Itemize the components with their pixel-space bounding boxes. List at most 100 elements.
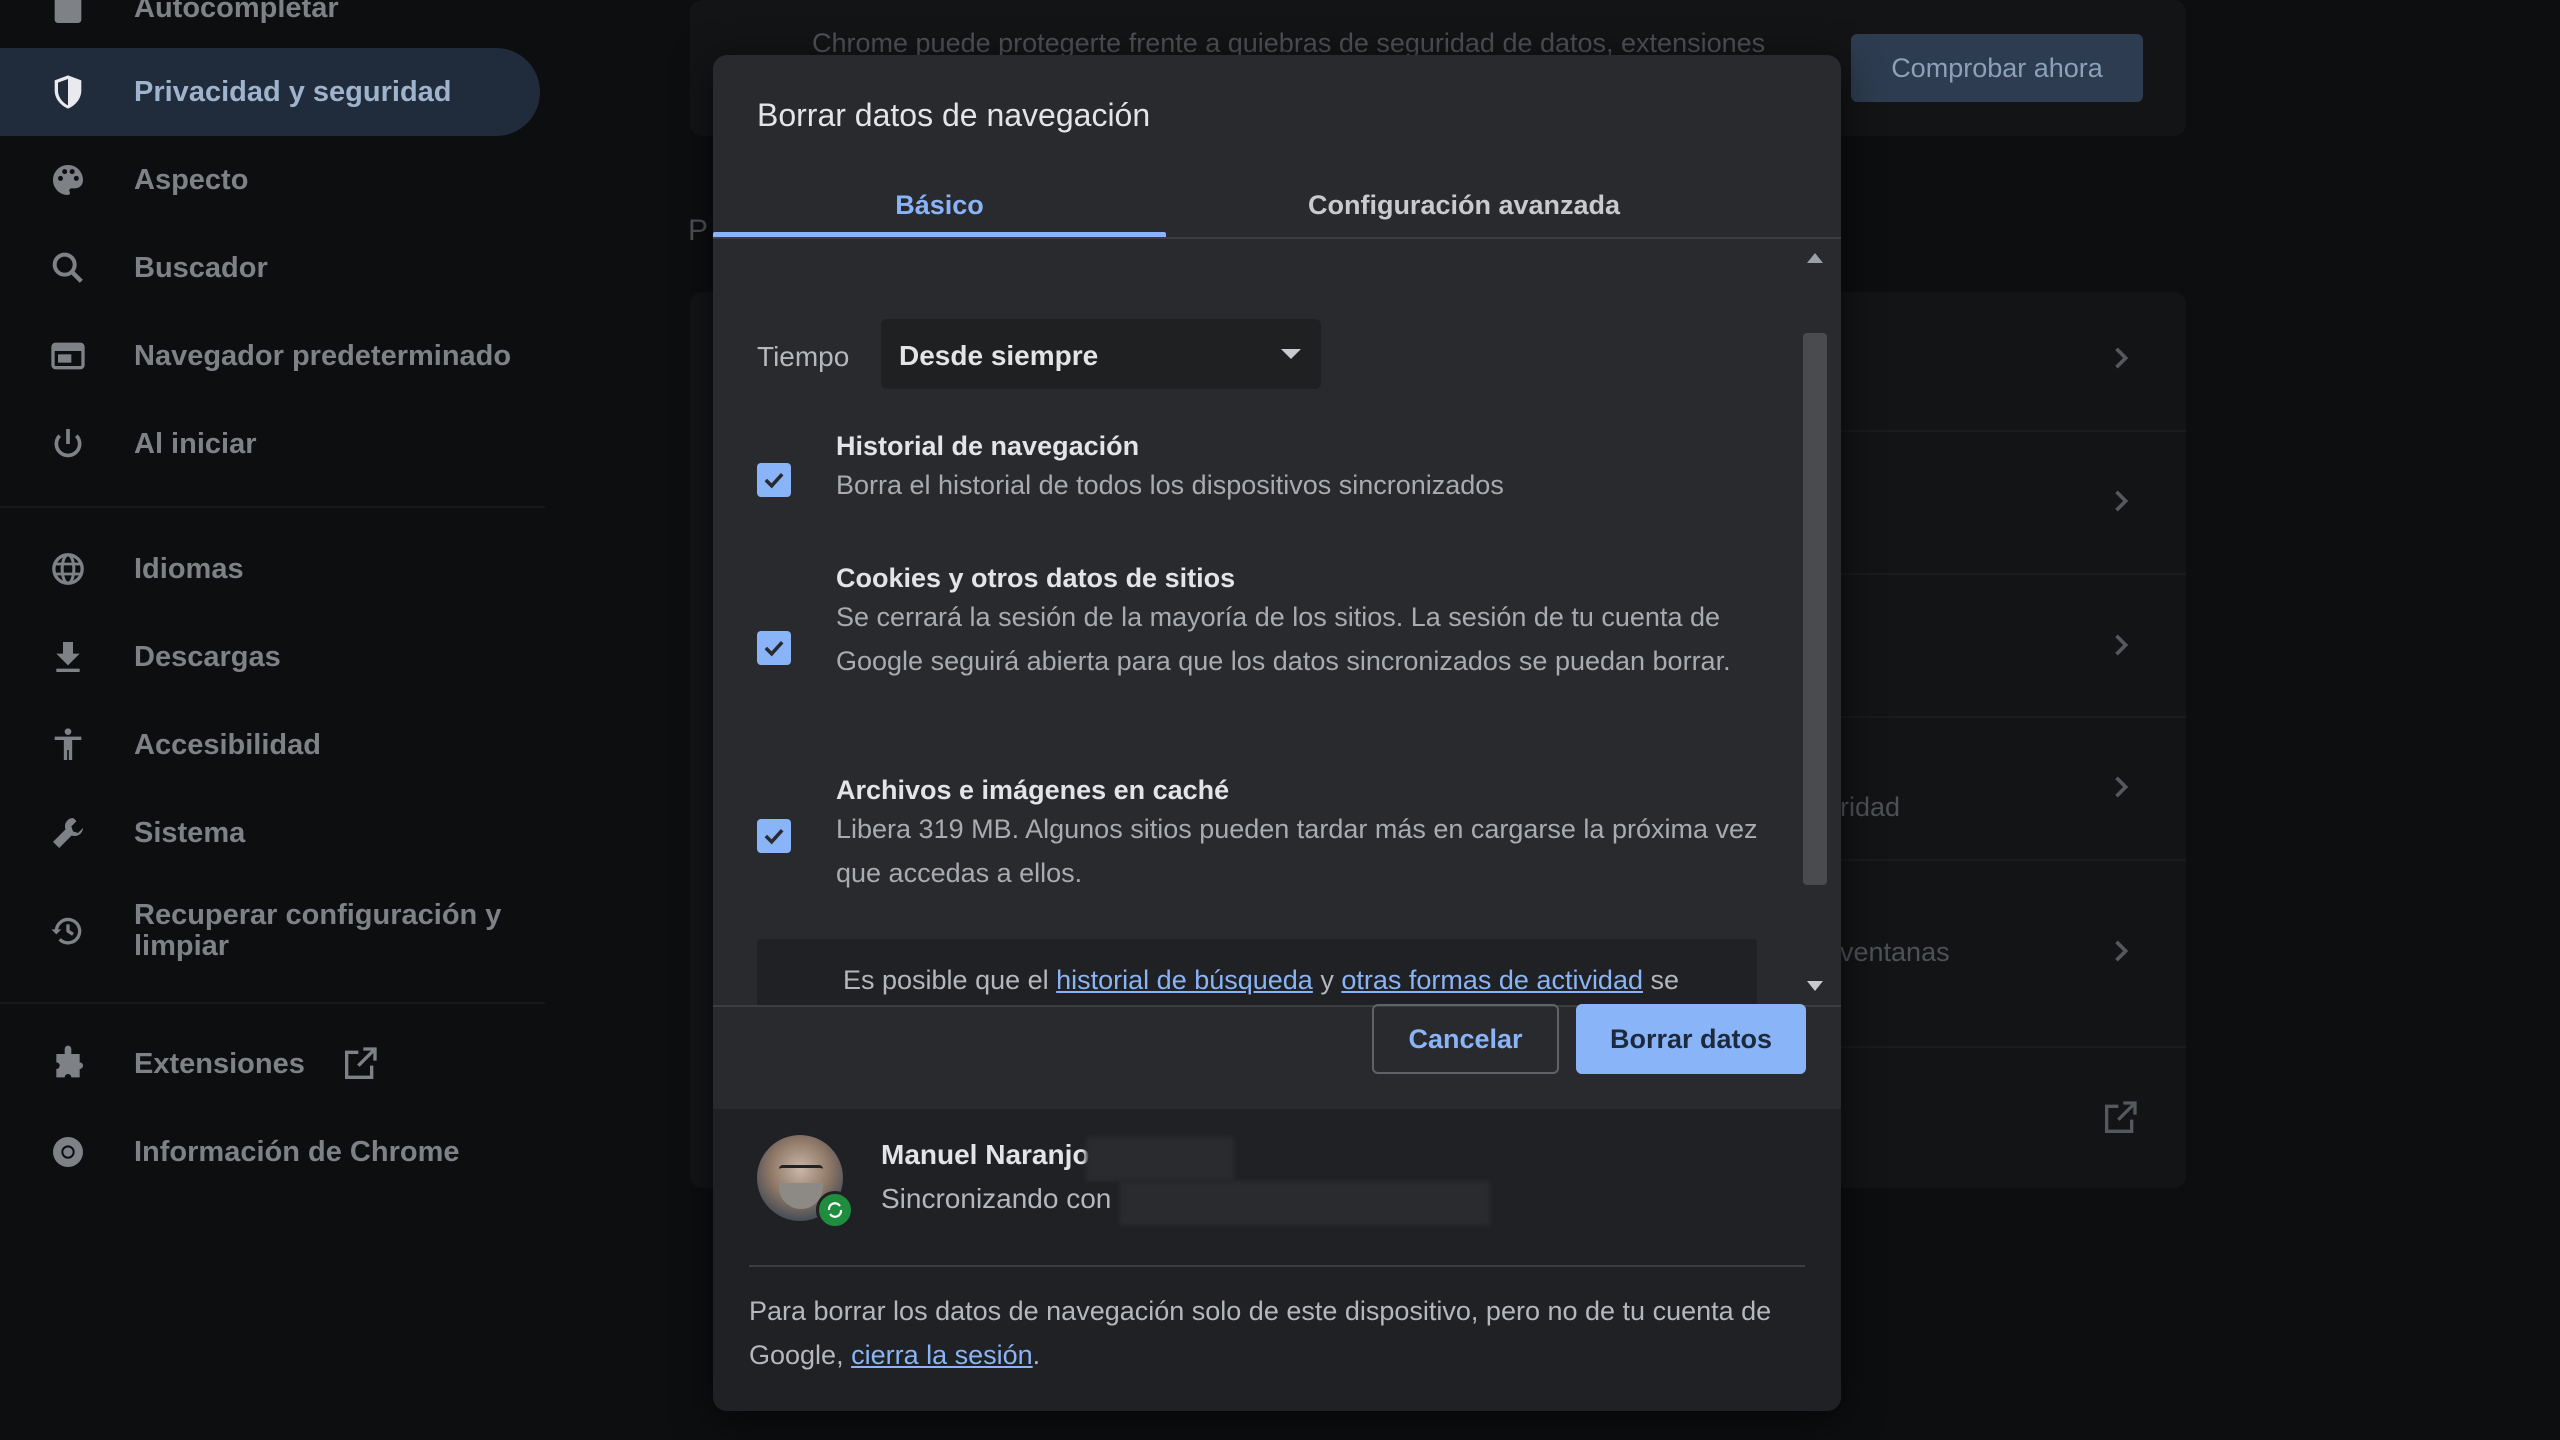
sidebar-item-label: Accesibilidad bbox=[134, 728, 321, 761]
open-external-icon bbox=[340, 1044, 380, 1084]
search-history-link[interactable]: historial de búsqueda bbox=[1056, 965, 1313, 995]
redacted-account bbox=[1120, 1181, 1490, 1225]
sidebar-item-label: Privacidad y seguridad bbox=[134, 75, 452, 108]
checkbox-cookies[interactable] bbox=[757, 631, 791, 665]
sidebar-item-label: Recuperar configuración y limpiar bbox=[134, 899, 502, 962]
row-divider bbox=[1840, 573, 2186, 575]
shield-icon bbox=[48, 72, 88, 112]
sidebar-item-autofill[interactable]: Autocompletar bbox=[0, 0, 540, 52]
option-title: Cookies y otros datos de sitios bbox=[836, 563, 1236, 593]
redacted-email bbox=[1086, 1137, 1234, 1181]
sidebar-item-extensions[interactable]: Extensiones bbox=[0, 1020, 540, 1108]
option-description: Libera 319 MB. Algunos sitios pueden tar… bbox=[836, 814, 1758, 888]
notice-prefix: Es posible que el bbox=[843, 965, 1057, 995]
sidebar-item-reset[interactable]: Recuperar configuración y limpiar bbox=[0, 887, 540, 975]
autofill-icon bbox=[48, 0, 88, 28]
avatar-glasses bbox=[779, 1165, 823, 1175]
sidebar-item-about-chrome[interactable]: Información de Chrome bbox=[0, 1108, 540, 1196]
time-range-label: Tiempo bbox=[757, 341, 850, 372]
row-text-fragment: ridad bbox=[1840, 792, 1901, 822]
sidebar-item-search-engine[interactable]: Buscador bbox=[0, 224, 540, 312]
sidebar-item-default-browser[interactable]: Navegador predeterminado bbox=[0, 312, 540, 400]
power-icon bbox=[48, 424, 88, 464]
row-divider bbox=[1840, 1046, 2186, 1048]
palette-icon bbox=[48, 160, 88, 200]
option-title: Archivos e imágenes en caché bbox=[836, 775, 1230, 805]
puzzle-icon bbox=[48, 1044, 88, 1084]
section-heading-fragment: P bbox=[688, 214, 709, 247]
sync-status: Sincronizando con bbox=[881, 1183, 1112, 1214]
dropdown-arrow-icon bbox=[1281, 349, 1301, 359]
scroll-down-arrow-icon[interactable] bbox=[1807, 981, 1823, 991]
clear-data-button[interactable]: Borrar datos bbox=[1576, 1004, 1806, 1074]
sign-out-hint: Para borrar los datos de navegación solo… bbox=[749, 1289, 1809, 1377]
option-cached-files: Archivos e imágenes en caché Libera 319 … bbox=[713, 775, 1801, 905]
row-divider bbox=[1840, 430, 2186, 432]
sidebar-item-label: Extensiones bbox=[134, 1047, 305, 1080]
clear-browsing-data-dialog: Borrar datos de navegación Básico Config… bbox=[713, 55, 1841, 1411]
sync-icon bbox=[816, 1191, 854, 1229]
sidebar-item-label: Idiomas bbox=[134, 552, 244, 585]
tab-basic[interactable]: Básico bbox=[713, 175, 1166, 235]
settings-sidebar: Autocompletar Privacidad y seguridad Asp… bbox=[0, 0, 545, 1440]
row-text-fragment: ventanas bbox=[1840, 937, 1950, 967]
sidebar-item-accessibility[interactable]: Accesibilidad bbox=[0, 701, 540, 789]
scrollbar[interactable] bbox=[1801, 239, 1829, 1005]
browser-window-icon bbox=[48, 336, 88, 376]
checkbox-cached-files[interactable] bbox=[757, 819, 791, 853]
scrollbar-thumb[interactable] bbox=[1803, 333, 1827, 885]
account-name: Manuel Naranjo bbox=[881, 1139, 1090, 1170]
notice-suffix: se bbox=[1642, 965, 1680, 995]
download-icon bbox=[48, 637, 88, 677]
accessibility-icon bbox=[48, 725, 88, 765]
sidebar-item-label: Aspecto bbox=[134, 163, 249, 196]
sidebar-item-label: Navegador predeterminado bbox=[134, 339, 512, 372]
checkmark-icon bbox=[764, 828, 784, 845]
option-title: Historial de navegación bbox=[836, 431, 1140, 461]
option-cookies: Cookies y otros datos de sitios Se cerra… bbox=[713, 563, 1801, 733]
other-activity-link[interactable]: otras formas de actividad bbox=[1341, 965, 1643, 995]
notice-text: Es posible que el historial de búsqueda … bbox=[843, 965, 1679, 996]
search-activity-notice: Es posible que el historial de búsqueda … bbox=[757, 939, 1757, 1005]
open-external-icon[interactable] bbox=[2100, 1098, 2140, 1138]
footer-divider bbox=[749, 1265, 1805, 1267]
option-description: Borra el historial de todos los disposit… bbox=[836, 470, 1504, 500]
sidebar-item-label: Autocompletar bbox=[134, 0, 339, 24]
chevron-right-icon[interactable] bbox=[2114, 490, 2130, 512]
scroll-up-arrow-icon[interactable] bbox=[1807, 253, 1823, 263]
sidebar-item-on-startup[interactable]: Al iniciar bbox=[0, 400, 540, 488]
option-browsing-history: Historial de navegación Borra el histori… bbox=[713, 431, 1801, 549]
notice-middle: y bbox=[1312, 965, 1342, 995]
time-range-select[interactable]: Desde siempre bbox=[881, 319, 1321, 389]
sidebar-item-languages[interactable]: Idiomas bbox=[0, 525, 540, 613]
search-icon bbox=[48, 248, 88, 288]
checkmark-icon bbox=[764, 472, 784, 489]
sidebar-divider bbox=[0, 1002, 545, 1004]
checkbox-browsing-history[interactable] bbox=[757, 463, 791, 497]
chevron-right-icon[interactable] bbox=[2114, 940, 2130, 962]
dialog-scroll-content[interactable]: Tiempo Desde siempre Historial de navega… bbox=[713, 239, 1841, 1005]
row-divider bbox=[1840, 859, 2186, 861]
tab-advanced[interactable]: Configuración avanzada bbox=[1166, 175, 1762, 235]
time-range-value: Desde siempre bbox=[899, 340, 1099, 371]
chevron-right-icon[interactable] bbox=[2114, 634, 2130, 656]
sidebar-item-label: Descargas bbox=[134, 640, 281, 673]
chevron-right-icon[interactable] bbox=[2114, 347, 2130, 369]
wrench-icon bbox=[48, 813, 88, 853]
globe-icon bbox=[48, 549, 88, 589]
history-icon bbox=[48, 911, 88, 951]
option-description: Se cerrará la sesión de la mayoría de lo… bbox=[836, 602, 1731, 676]
sidebar-item-system[interactable]: Sistema bbox=[0, 789, 540, 877]
sidebar-divider bbox=[0, 506, 545, 508]
sidebar-item-downloads[interactable]: Descargas bbox=[0, 613, 540, 701]
sidebar-item-privacy[interactable]: Privacidad y seguridad bbox=[0, 48, 540, 136]
sidebar-item-label: Sistema bbox=[134, 816, 246, 849]
chevron-right-icon[interactable] bbox=[2114, 776, 2130, 798]
sign-out-link[interactable]: cierra la sesión bbox=[851, 1340, 1033, 1370]
sidebar-item-label: Buscador bbox=[134, 251, 268, 284]
sidebar-item-label: Información de Chrome bbox=[134, 1135, 460, 1168]
cancel-button[interactable]: Cancelar bbox=[1372, 1004, 1559, 1074]
checkmark-icon bbox=[764, 640, 784, 657]
check-now-button[interactable]: Comprobar ahora bbox=[1851, 34, 2143, 102]
sidebar-item-appearance[interactable]: Aspecto bbox=[0, 136, 540, 224]
